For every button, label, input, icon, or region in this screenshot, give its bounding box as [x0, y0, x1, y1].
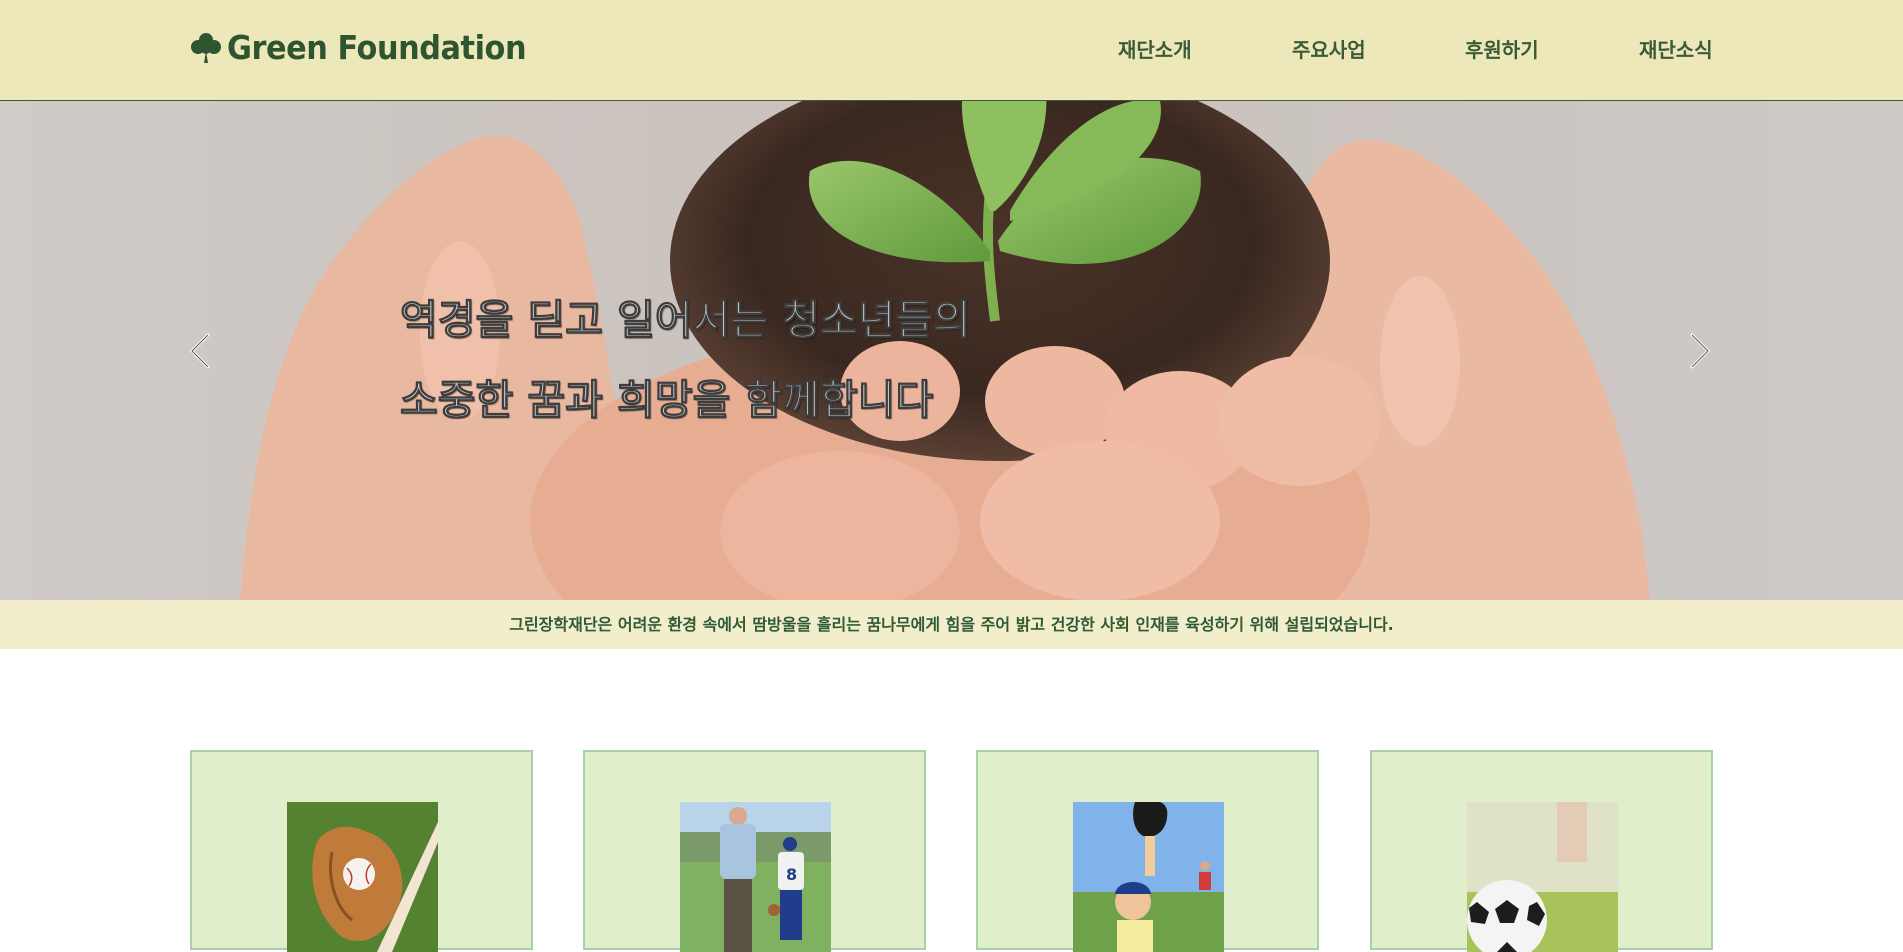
clover-icon — [191, 33, 221, 63]
soccer-ball-image — [1467, 802, 1618, 952]
hero-slider: 역경을 딛고 일어서는 청소년들의 소중한 꿈과 희망을 함께합니다 — [0, 101, 1903, 600]
program-card-2[interactable]: 8 — [583, 750, 926, 952]
father-son-baseball-image: 8 — [680, 802, 831, 952]
hero-headline-line2: 소중한 꿈과 희망을 함께합니다 — [399, 376, 934, 425]
intro-text: 그린장학재단은 어려운 환경 속에서 땀방울을 흘리는 꿈나무에게 힘을 주어 … — [509, 615, 1394, 634]
hero-image-hands-seedling — [0, 101, 1903, 600]
chevron-left-icon[interactable] — [186, 331, 216, 371]
nav-item-about[interactable]: 재단소개 — [1118, 35, 1292, 65]
program-card-3[interactable] — [976, 750, 1319, 952]
site-header: Green Foundation 재단소개 주요사업 후원하기 재단소식 — [0, 0, 1903, 101]
nav-item-programs[interactable]: 주요사업 — [1292, 35, 1465, 65]
boy-baseball-catch-image — [1073, 802, 1224, 952]
logo-text: Green Foundation — [227, 28, 527, 67]
hero-headline-line1: 역경을 딛고 일어서는 청소년들의 — [400, 296, 972, 345]
baseball-glove-image — [287, 802, 438, 952]
chevron-right-icon[interactable] — [1684, 331, 1714, 371]
svg-text:8: 8 — [786, 865, 797, 884]
program-card-1[interactable] — [190, 750, 533, 952]
main-nav: 재단소개 주요사업 후원하기 재단소식 — [1118, 35, 1719, 65]
nav-item-donate[interactable]: 후원하기 — [1465, 35, 1639, 65]
intro-banner: 그린장학재단은 어려운 환경 속에서 땀방울을 흘리는 꿈나무에게 힘을 주어 … — [0, 600, 1903, 649]
logo-link[interactable]: Green Foundation — [189, 28, 552, 68]
program-card-4[interactable] — [1370, 750, 1713, 952]
nav-item-news[interactable]: 재단소식 — [1639, 35, 1719, 65]
